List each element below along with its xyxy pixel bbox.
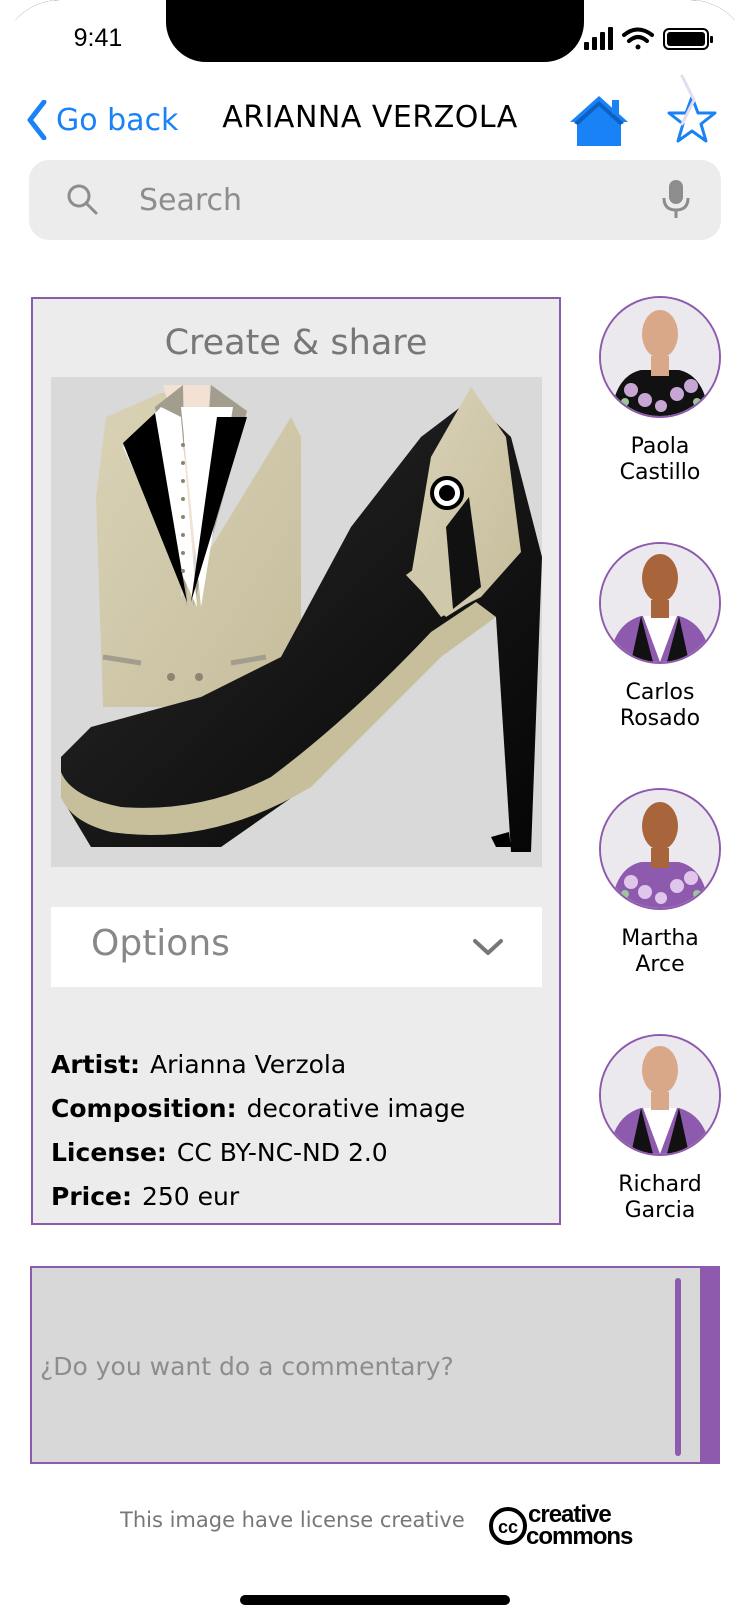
artist-name: Carlos Rosado xyxy=(596,680,724,732)
creative-commons-logo[interactable]: cc creative commons xyxy=(488,1502,656,1548)
artist-last-name: Rosado xyxy=(619,706,701,731)
go-back-button[interactable]: Go back xyxy=(26,96,178,144)
notch xyxy=(166,0,584,62)
comment-input[interactable] xyxy=(40,1338,660,1394)
detail-value: decorative image xyxy=(246,1094,466,1123)
artist-first-name: Paola xyxy=(630,434,690,459)
avatar xyxy=(599,542,721,664)
chevron-left-icon xyxy=(27,100,47,140)
artist-paola-castillo[interactable]: Paola Castillo xyxy=(596,296,724,486)
detail-license: License: CC BY-NC-ND 2.0 xyxy=(51,1131,551,1175)
chevron-right-icon[interactable] xyxy=(676,72,700,128)
comment-box xyxy=(30,1266,720,1464)
detail-composition: Composition: decorative image xyxy=(51,1087,551,1131)
cc-logo-line2: commons xyxy=(526,1523,633,1548)
comment-scrollbar[interactable] xyxy=(675,1278,681,1456)
artwork-image xyxy=(51,377,542,867)
go-back-label: Go back xyxy=(56,102,179,138)
artist-carlos-rosado[interactable]: Carlos Rosado xyxy=(596,542,724,732)
artwork-details: Artist: Arianna Verzola Composition: decor… xyxy=(51,1043,551,1219)
page-title: ARIANNA VERZOLA xyxy=(222,100,518,135)
phone-screen: 9:41 Go back ARIANNA VERZOLA Search Crea… xyxy=(0,0,750,1624)
home-indicator[interactable] xyxy=(240,1595,510,1605)
detail-value: CC BY-NC-ND 2.0 xyxy=(176,1138,388,1167)
detail-key: Composition: xyxy=(51,1094,237,1123)
artist-last-name: Arce xyxy=(635,952,685,977)
detail-value: 250 eur xyxy=(142,1182,240,1211)
search-input[interactable] xyxy=(139,174,639,226)
artist-name: Martha Arce xyxy=(596,926,724,978)
artist-name: Richard Garcia xyxy=(596,1172,724,1224)
search-icon xyxy=(67,184,98,215)
artwork-card: Create & share Options Artist: Arianna V… xyxy=(31,297,561,1225)
avatar xyxy=(599,1034,721,1156)
detail-price: Price: 250 eur xyxy=(51,1175,551,1219)
detail-key: License: xyxy=(51,1138,167,1167)
avatar-figure xyxy=(601,1036,719,1154)
detail-key: Price: xyxy=(51,1182,132,1211)
options-label: Options xyxy=(91,923,230,964)
artist-richard-garcia[interactable]: Richard Garcia xyxy=(596,1034,724,1224)
battery-icon xyxy=(663,28,713,50)
avatar-figure xyxy=(601,544,719,662)
avatar xyxy=(599,788,721,910)
artist-first-name: Carlos xyxy=(625,680,695,705)
home-icon[interactable] xyxy=(568,94,630,148)
detail-value: Arianna Verzola xyxy=(150,1050,347,1079)
search-bar xyxy=(29,160,721,240)
detail-artist: Artist: Arianna Verzola xyxy=(51,1043,551,1087)
options-dropdown[interactable]: Options xyxy=(51,907,542,987)
artist-last-name: Garcia xyxy=(624,1198,696,1223)
artist-name: Paola Castillo xyxy=(596,434,724,486)
shoe-jacket-illustration xyxy=(51,377,542,867)
avatar xyxy=(599,296,721,418)
microphone-icon[interactable] xyxy=(661,178,691,220)
license-note: This image have license creative xyxy=(120,1508,465,1532)
wifi-icon xyxy=(622,27,654,50)
avatar-figure xyxy=(601,298,719,416)
send-comment-button[interactable] xyxy=(700,1268,720,1462)
artist-first-name: Martha xyxy=(621,926,699,951)
detail-key: Artist: xyxy=(51,1050,141,1079)
chevron-down-icon xyxy=(473,939,503,955)
card-title: Create & share xyxy=(164,323,428,363)
artist-last-name: Castillo xyxy=(619,460,701,485)
svg-text:cc: cc xyxy=(498,1517,518,1537)
status-icons xyxy=(584,27,713,50)
status-time: 9:41 xyxy=(73,24,123,52)
avatar-figure xyxy=(601,790,719,908)
signal-icon xyxy=(584,27,613,50)
artist-first-name: Richard xyxy=(618,1172,702,1197)
artist-martha-arce[interactable]: Martha Arce xyxy=(596,788,724,978)
